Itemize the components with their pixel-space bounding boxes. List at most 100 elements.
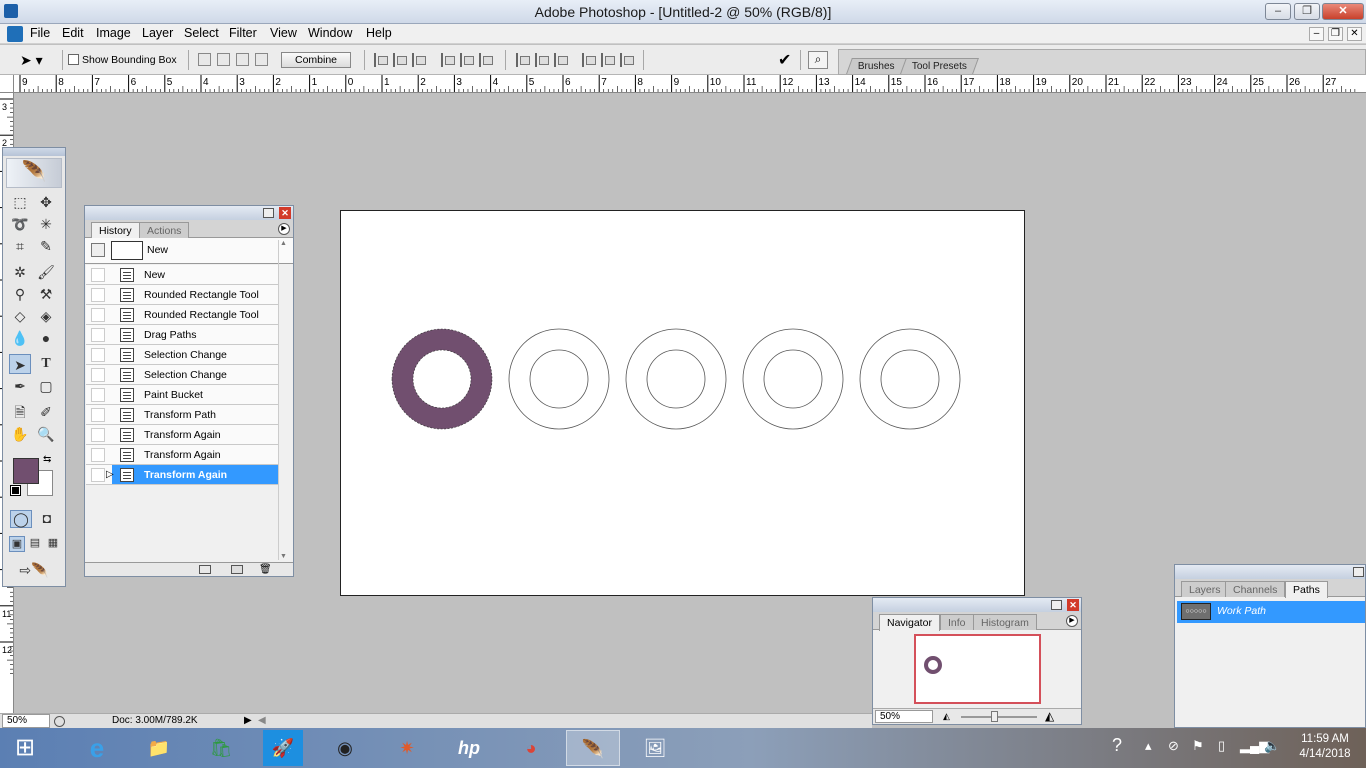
history-brush-source-checkbox[interactable] [91,328,105,342]
combine-button[interactable]: Combine [281,52,351,68]
crop-tool-icon[interactable]: ⌗ [9,236,31,256]
menu-file[interactable]: File [30,26,50,40]
document-canvas[interactable] [340,210,1025,596]
ring-path-outer[interactable] [625,328,727,430]
restore-button[interactable]: ❐ [1294,3,1320,20]
standard-mode-icon[interactable]: ◯ [10,510,32,528]
distribute-left-icon[interactable] [582,53,596,67]
tray-app-icon[interactable]: ⊘ [1168,738,1179,754]
menu-view[interactable]: View [270,26,297,40]
file-browser-icon[interactable]: ⌕ [808,51,828,69]
commit-checkmark-icon[interactable]: ✔ [778,50,791,70]
eyedropper-tool-icon[interactable]: ✐ [35,402,57,422]
menu-select[interactable]: Select [184,26,219,40]
move-tool-icon[interactable]: ✥ [35,192,57,212]
current-state-slider-icon[interactable]: ▷ [106,469,114,480]
align-left-icon[interactable] [441,53,455,67]
scroll-down-arrow-icon[interactable]: ▼ [280,553,287,560]
add-shape-icon[interactable] [198,53,211,66]
horizontal-ruler[interactable]: 9 8 7 6 5 4 3 2 1 0 1 2 3 4 5 6 7 8 9 10 11 12 13 14 15 16 17 18 19 2… [14,75,1366,93]
foreground-color-swatch[interactable] [13,458,39,484]
history-state-row[interactable]: Rounded Rectangle Tool [86,285,278,305]
scroll-left-arrow-icon[interactable]: ◀ [258,715,266,726]
history-brush-source-checkbox[interactable] [91,388,105,402]
history-state-row[interactable]: Drag Paths [86,325,278,345]
history-state-row[interactable]: ▷ Transform Again [86,465,278,485]
panel-minimize-button[interactable] [1353,567,1364,577]
history-brush-source-checkbox[interactable] [91,268,105,282]
clone-stamp-tool-icon[interactable]: ⚲ [9,284,31,304]
photoshop-taskbar-icon[interactable]: 🪶 [566,730,620,766]
default-colors-icon[interactable] [10,485,21,496]
history-state-row[interactable]: Transform Path [86,405,278,425]
history-state-row[interactable]: Transform Again [86,445,278,465]
webcam-app-icon[interactable]: ◉ [318,730,372,766]
swap-colors-icon[interactable]: ⇆ [43,454,51,465]
history-panel-title-bar[interactable]: ✕ [85,206,293,220]
history-brush-tool-icon[interactable]: ⚒ [35,284,57,304]
tab-history[interactable]: History [91,222,140,239]
type-tool-icon[interactable]: T [35,354,57,374]
paint-bucket-tool-icon[interactable]: ◈ [35,306,57,326]
delete-state-trash-icon[interactable]: 🗑 [259,564,272,575]
notes-tool-icon[interactable]: 🗎 [9,402,31,422]
snapshot-row[interactable]: New [85,238,293,264]
zoom-slider-track[interactable] [961,716,1037,718]
filled-ring-shape[interactable] [391,328,493,430]
ring-path-outer[interactable] [508,328,610,430]
menu-window[interactable]: Window [308,26,352,40]
history-state-row[interactable]: New [86,265,278,285]
tab-layers[interactable]: Layers [1181,581,1229,597]
file-explorer-icon[interactable]: 📁 [132,730,186,766]
history-state-row[interactable]: Selection Change [86,345,278,365]
history-brush-source-checkbox[interactable] [91,408,105,422]
photos-app-icon[interactable]: 🖼 [628,730,682,766]
history-state-row[interactable]: Rounded Rectangle Tool [86,305,278,325]
distribute-vertical-center-icon[interactable] [535,53,549,67]
lasso-tool-icon[interactable]: ➰ [9,214,31,234]
panel-minimize-button[interactable] [263,208,274,218]
menu-edit[interactable]: Edit [62,26,84,40]
history-brush-source-checkbox[interactable] [91,468,105,482]
chrome-icon[interactable]: ◕ [504,730,558,766]
brush-tool-icon[interactable]: 🖌 [35,262,57,282]
tab-paths[interactable]: Paths [1285,581,1328,598]
history-state-row[interactable]: Paint Bucket [86,385,278,405]
doc-restore-button[interactable]: ❐ [1328,27,1343,41]
zoom-out-icon[interactable]: ◭ [943,711,950,722]
jump-to-imageready-icon[interactable]: ⇨🪶 [11,560,57,580]
navigator-view-box[interactable] [914,634,1041,704]
distribute-right-icon[interactable] [620,53,634,67]
internet-explorer-icon[interactable]: e [70,730,124,766]
hand-tool-icon[interactable]: ✋ [9,424,31,444]
ruler-origin[interactable] [0,75,14,93]
status-menu-arrow-icon[interactable]: ▶ [244,715,252,726]
history-brush-source-checkbox[interactable] [91,448,105,462]
layers-title-bar[interactable] [1175,565,1365,579]
work-path-row[interactable]: ○○○○○ Work Path [1177,601,1365,623]
path-selection-tool-preset[interactable]: ➤ ▾ [20,52,54,68]
tab-channels[interactable]: Channels [1225,581,1286,597]
zoom-tool-icon[interactable]: 🔍 [35,424,57,444]
ring-path-inner[interactable] [646,349,706,409]
zoom-in-icon[interactable]: ◭ [1045,709,1054,723]
menu-layer[interactable]: Layer [142,26,173,40]
full-screen-mode-icon[interactable]: ▦ [45,536,61,552]
healing-brush-tool-icon[interactable]: ✲ [9,262,31,282]
ring-path-outer[interactable] [742,328,844,430]
pen-tool-icon[interactable]: ✒ [9,376,31,396]
hp-icon[interactable]: hp [442,730,496,766]
intersect-shape-icon[interactable] [236,53,249,66]
feather-logo-icon[interactable]: 🪶 [6,158,62,188]
align-horizontal-center-icon[interactable] [460,53,474,67]
doc-minimize-button[interactable]: – [1309,27,1324,41]
dodge-tool-icon[interactable]: ● [35,328,57,348]
panel-menu-icon[interactable]: ▶ [1066,615,1078,627]
minimize-button[interactable]: ‒ [1265,3,1291,20]
subtract-shape-icon[interactable] [217,53,230,66]
history-brush-source-icon[interactable] [91,243,105,257]
help-icon[interactable]: ? [1112,735,1122,756]
show-bounding-box-checkbox[interactable] [68,54,79,65]
ring-path-inner[interactable] [880,349,940,409]
align-bottom-icon[interactable] [412,53,426,67]
